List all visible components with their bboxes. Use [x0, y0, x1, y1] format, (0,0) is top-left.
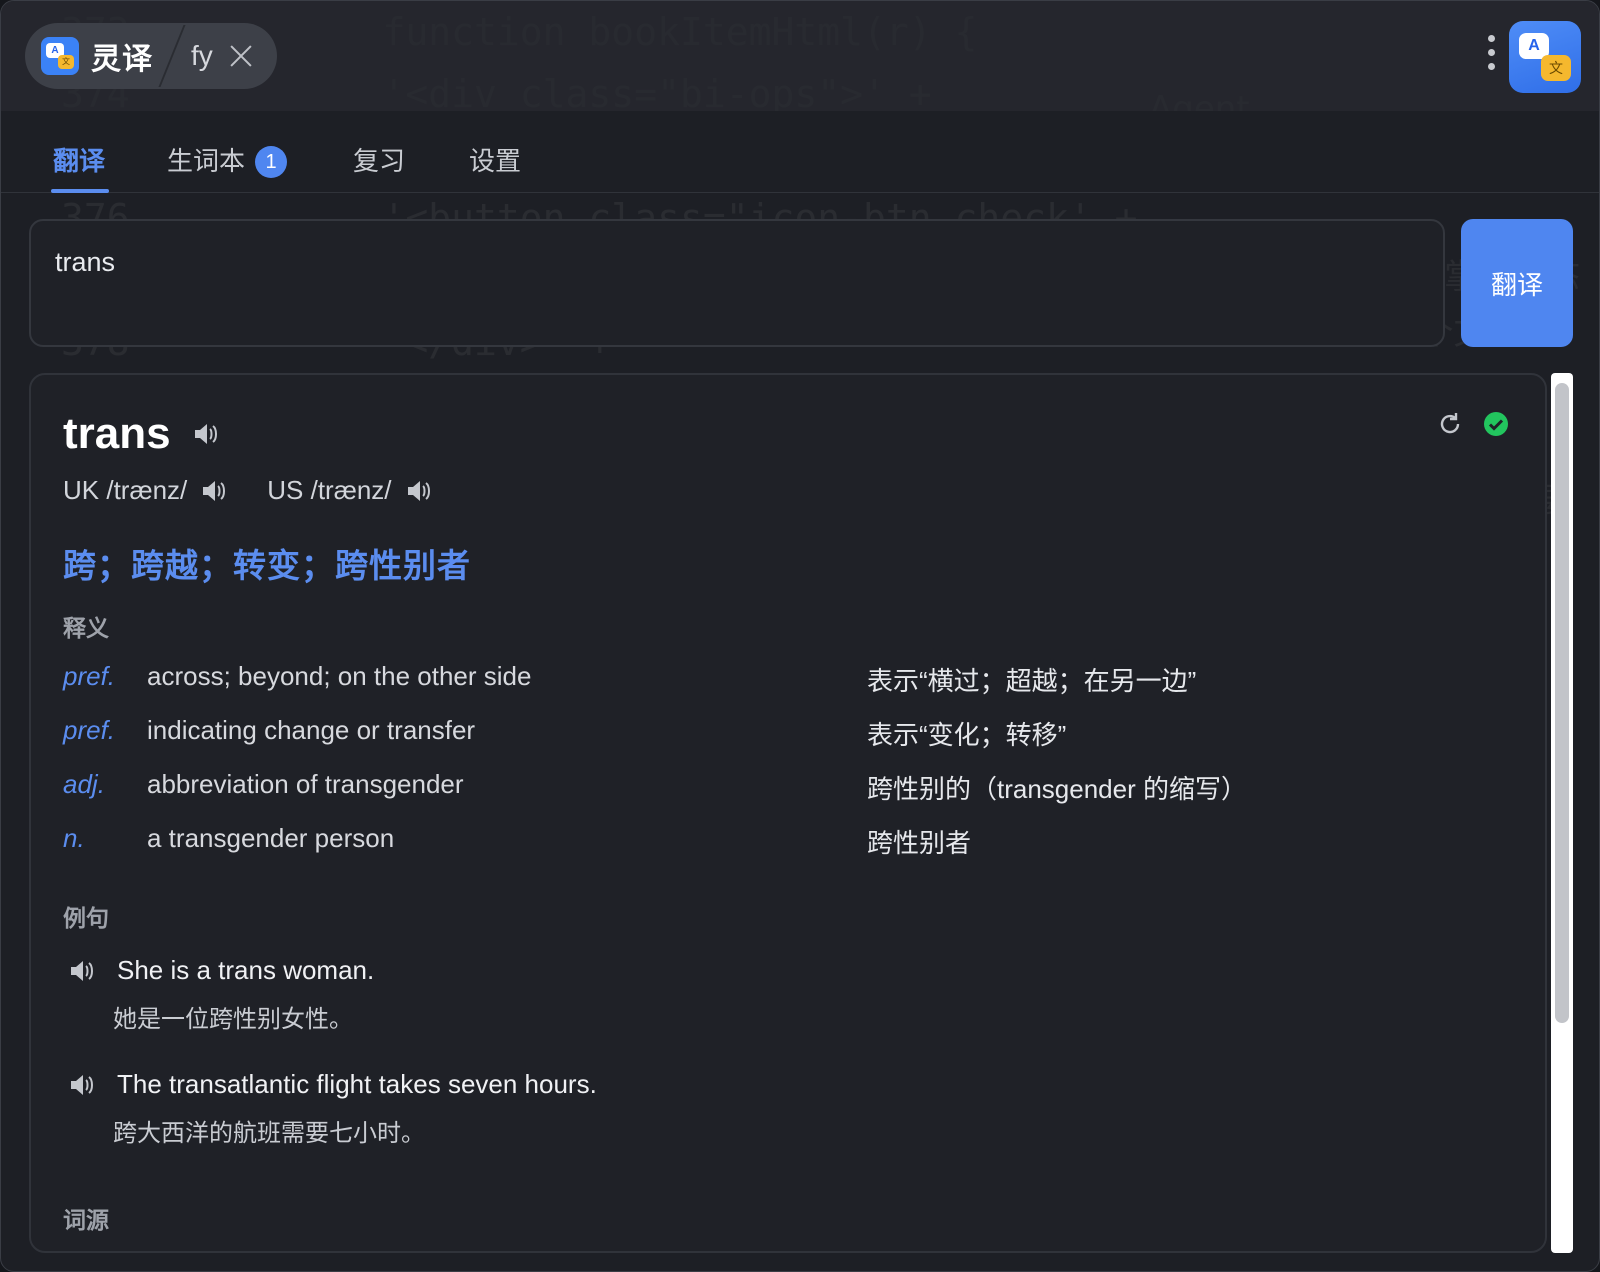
headword: trans — [63, 409, 171, 458]
phonetics-row: UK /trænz/ US /trænz/ — [63, 475, 432, 506]
part-of-speech: pref. — [63, 661, 116, 691]
tab-translate[interactable]: 翻译 — [50, 141, 110, 193]
pill-divider — [158, 25, 186, 87]
tab-bar: 翻译 生词本 1 复习 设置 — [1, 111, 1599, 193]
definition-zh: 跨性别的（transgender 的缩写） — [867, 774, 1247, 804]
app-name: 灵译 — [91, 43, 153, 76]
result-scrollbar[interactable] — [1551, 373, 1573, 1253]
example-item: She is a trans woman. 她是一位跨性别女性。 — [69, 955, 1269, 1045]
example-zh: 她是一位跨性别女性。 — [113, 1006, 353, 1033]
example-en: The transatlantic flight takes seven hou… — [117, 1069, 597, 1099]
headword-row: trans — [63, 409, 219, 459]
definition-row: n. a transgender person 跨性别者 — [63, 823, 1463, 863]
mastered-check-icon[interactable] — [1483, 411, 1509, 437]
definition-row: pref. indicating change or transfer 表示“变… — [63, 715, 1463, 755]
definition-row: pref. across; beyond; on the other side … — [63, 661, 1463, 701]
definition-row: adj. abbreviation of transgender 跨性别的（tr… — [63, 769, 1463, 809]
translation-summary: 跨；跨越；转变；跨性别者 — [63, 547, 471, 584]
translate-button[interactable]: 翻译 — [1461, 219, 1573, 347]
example-zh: 跨大西洋的航班需要七小时。 — [113, 1120, 425, 1147]
etymology-title: 词源 — [63, 1207, 109, 1233]
refresh-icon[interactable] — [1437, 411, 1463, 437]
app-logo-icon: A文 — [41, 37, 79, 75]
tab-review[interactable]: 复习 — [353, 141, 405, 193]
search-input[interactable]: trans — [29, 219, 1445, 347]
definition-en: a transgender person — [147, 823, 395, 853]
app-window: 373 function bookItemHtml(r) { 374 '<div… — [0, 0, 1600, 1272]
us-speaker-icon[interactable] — [406, 479, 432, 503]
card-tools — [1437, 411, 1509, 437]
definition-zh: 跨性别者 — [867, 828, 972, 858]
header-bar: A文 灵译 fy A文 — [1, 1, 1599, 111]
definition-en: across; beyond; on the other side — [147, 661, 532, 691]
result-card: trans UK /trænz/ US /trænz/ 跨；跨越；转变；跨性别者 — [29, 373, 1547, 1253]
plugin-keyword: fy — [191, 40, 213, 71]
tab-vocabulary[interactable]: 生词本 1 — [167, 141, 288, 193]
definitions-title: 释义 — [63, 615, 109, 641]
more-options-icon[interactable] — [1485, 35, 1497, 77]
definition-en: abbreviation of transgender — [147, 769, 464, 799]
part-of-speech: pref. — [63, 715, 116, 745]
vocabulary-count-badge: 1 — [255, 146, 288, 178]
example-speaker-icon[interactable] — [69, 1073, 95, 1097]
close-icon[interactable] — [227, 42, 255, 70]
us-phonetic: US /trænz/ — [267, 475, 392, 505]
definition-zh: 表示“变化；转移” — [867, 720, 1067, 750]
example-item: The transatlantic flight takes seven hou… — [69, 1069, 1269, 1159]
part-of-speech: n. — [63, 823, 85, 853]
example-speaker-icon[interactable] — [69, 959, 95, 983]
scrollbar-thumb[interactable] — [1555, 383, 1569, 1023]
definition-zh: 表示“横过；超越；在另一边” — [867, 666, 1197, 696]
definition-en: indicating change or transfer — [147, 715, 476, 745]
part-of-speech: adj. — [63, 769, 105, 799]
speaker-icon[interactable] — [193, 422, 219, 446]
app-switcher-pill[interactable]: A文 灵译 fy — [25, 23, 277, 89]
example-en: She is a trans woman. — [117, 955, 375, 985]
uk-speaker-icon[interactable] — [201, 479, 227, 503]
uk-phonetic: UK /trænz/ — [63, 475, 188, 505]
plugin-logo-icon[interactable]: A文 — [1509, 21, 1581, 93]
tab-settings[interactable]: 设置 — [469, 141, 521, 193]
examples-title: 例句 — [63, 905, 109, 931]
